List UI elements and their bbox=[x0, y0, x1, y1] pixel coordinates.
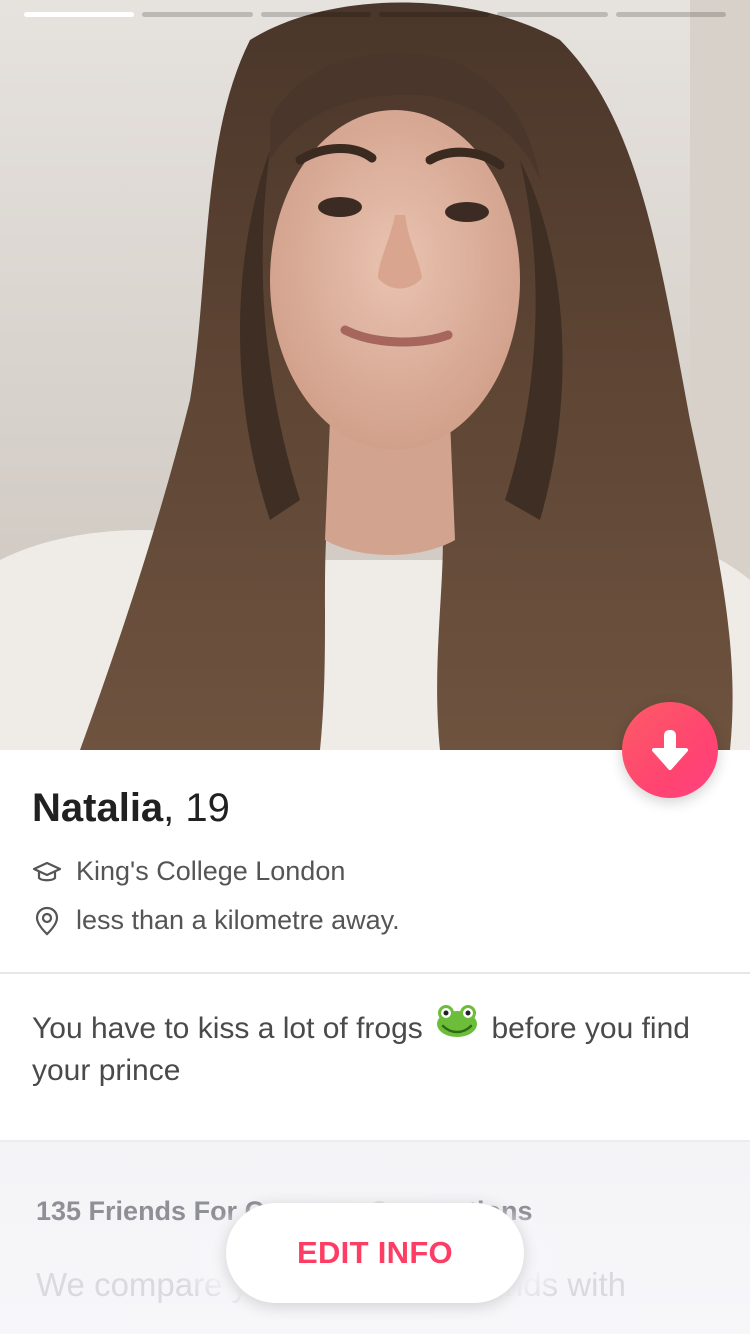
arrow-down-icon bbox=[652, 730, 688, 770]
school-text: King's College London bbox=[76, 856, 346, 886]
profile-photo[interactable] bbox=[0, 0, 750, 750]
photo-indicator-2[interactable] bbox=[142, 12, 253, 17]
name-age-heading: Natalia, 19 bbox=[32, 786, 230, 831]
profile-age: , 19 bbox=[163, 786, 230, 830]
photo-indicator-3[interactable] bbox=[260, 12, 371, 17]
bio-section: You have to kiss a lot of frogs before y… bbox=[0, 974, 750, 1142]
photo-indicator-1[interactable] bbox=[24, 12, 135, 17]
edit-info-button[interactable]: EDIT INFO bbox=[226, 1203, 524, 1303]
photo-progress-bar bbox=[24, 12, 726, 17]
frog-emoji-icon bbox=[435, 1004, 479, 1050]
collapse-profile-button[interactable] bbox=[622, 702, 718, 798]
graduation-cap-icon bbox=[32, 857, 62, 887]
photo-indicator-4[interactable] bbox=[378, 12, 490, 17]
profile-name: Natalia bbox=[32, 786, 164, 830]
location-pin-icon bbox=[32, 906, 62, 936]
profile-photo-illustration bbox=[0, 0, 750, 750]
photo-indicator-5[interactable] bbox=[497, 12, 608, 17]
distance-row: less than a kilometre away. bbox=[32, 905, 400, 936]
profile-screen: Natalia, 19 King's College London less t… bbox=[0, 0, 750, 1334]
school-row: King's College London bbox=[32, 856, 345, 887]
bio-text-part-1: You have to kiss a lot of frogs bbox=[32, 1012, 423, 1045]
bio-text: You have to kiss a lot of frogs before y… bbox=[32, 1005, 722, 1092]
photo-indicator-6[interactable] bbox=[615, 12, 726, 17]
distance-text: less than a kilometre away. bbox=[76, 905, 400, 935]
